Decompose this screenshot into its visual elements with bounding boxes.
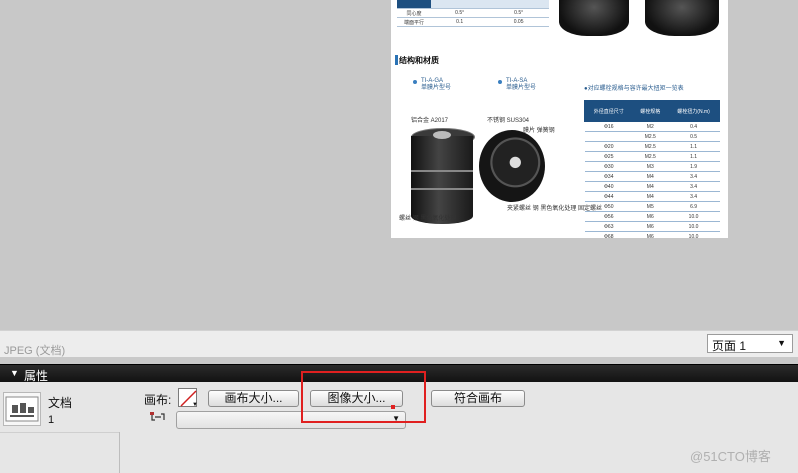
highlight-box [301, 371, 426, 423]
right-model-caption: TI-A-SA 单膜片型号 [506, 78, 536, 92]
table-cell: 3.4 [667, 181, 720, 192]
top-cell: 0.05 [488, 17, 549, 27]
page-select[interactable]: 页面 1 ▼ [707, 334, 793, 353]
table-cell: Φ50 [584, 201, 633, 212]
table-cell: M2.5 [632, 151, 668, 162]
left-material-note-top: 铝合金 A2017 [411, 118, 449, 124]
triangle-down-icon[interactable]: ▼ [10, 368, 19, 378]
document-label: 文档 [48, 396, 73, 410]
right-model-code: TI-A-SA [506, 78, 528, 84]
top-row-label: 同心度 [397, 8, 431, 18]
table-cell: Φ25 [584, 151, 633, 162]
swatch-dropdown-icon[interactable]: ▼ [192, 402, 198, 408]
table-cell: Φ34 [584, 171, 633, 182]
top-cell: 0.5° [431, 8, 489, 18]
bullet-dot [413, 80, 417, 84]
top-cell: 0.1 [431, 17, 489, 27]
coupling-photo-top-2 [645, 0, 719, 36]
left-model-caption: TI-A-GA 单膜片型号 [421, 78, 451, 92]
table-caption: ●对应螺栓规格与容许最大扭矩一览表 [584, 86, 684, 92]
left-model-code: TI-A-GA [421, 78, 443, 84]
table-row: Φ68 M6 10.0 [584, 231, 720, 238]
table-cell: 1.1 [667, 141, 720, 152]
top-spec-table: 同心度 0.5° 0.5° 端面平行 0.1 0.05 [397, 0, 549, 27]
table-cell: 3.4 [667, 171, 720, 182]
table-cell: M6 [632, 211, 668, 222]
table-row: Φ44 M4 3.4 [584, 191, 720, 202]
table-row: Φ30 M3 1.9 [584, 161, 720, 172]
table-cell [584, 131, 633, 142]
right-material-note-top: 不锈钢 SUS304 [487, 118, 530, 124]
table-row: Φ40 M4 3.4 [584, 181, 720, 192]
table-row: Φ56 M6 10.0 [584, 211, 720, 222]
table-cell: M6 [632, 231, 668, 238]
table-row: Φ34 M4 3.4 [584, 171, 720, 182]
table-cell: M2 [632, 121, 668, 132]
document-count: 1 [48, 414, 55, 426]
table-row: Φ20 M2.5 1.1 [584, 141, 720, 152]
table-cell: 6.9 [667, 201, 720, 212]
table-cell: Φ44 [584, 191, 633, 202]
table-cell: 10.0 [667, 221, 720, 232]
document-workspace[interactable]: 同心度 0.5° 0.5° 端面平行 0.1 0.05 结构和材质 TI-A-GA 单膜… [0, 0, 798, 330]
right-material-note-mid: 膜片 弹簧钢 [523, 128, 555, 134]
top-row-label: 端面平行 [397, 17, 431, 27]
section-title: 结构和材质 [399, 56, 439, 65]
table-cell: Φ16 [584, 121, 633, 132]
table-row: Φ16 M2 0.4 [584, 121, 720, 132]
bullet-dot [498, 80, 502, 84]
file-type-label: JPEG (文档) [4, 345, 66, 357]
table-row: M2.5 0.5 [584, 131, 720, 142]
fit-canvas-button[interactable]: 符合画布 [431, 390, 525, 407]
bolt-spec-table: 外径直径尺寸 螺栓规格 螺栓扭力(N.m) Φ16 M2 0.4 M2.5 0.5 Φ20 M2… [583, 100, 720, 238]
table-cell: Φ30 [584, 161, 633, 172]
coupling-photo-single [479, 130, 549, 205]
table-cell: M4 [632, 171, 668, 182]
link-chain-icon [150, 412, 166, 425]
table-cell: M4 [632, 191, 668, 202]
watermark: @51CTO博客 [690, 449, 771, 464]
table-cell: Φ63 [584, 221, 633, 232]
table-row: Φ50 M5 6.9 [584, 201, 720, 212]
left-material-note-bottom: 螺丝 钢 黑色氧化处理 [399, 216, 457, 222]
table-row: Φ25 M2.5 1.1 [584, 151, 720, 162]
right-model-type: 单膜片型号 [506, 85, 537, 91]
table-cell: M6 [632, 221, 668, 232]
divider [119, 432, 120, 473]
divider [0, 432, 119, 433]
table-cell: 0.5 [667, 131, 720, 142]
table-cell: M5 [632, 201, 668, 212]
table-cell: 10.0 [667, 231, 720, 238]
table-cell: Φ40 [584, 181, 633, 192]
table-cell: M2.5 [632, 131, 668, 142]
table-cell: 3.4 [667, 191, 720, 202]
document-canvas[interactable]: 同心度 0.5° 0.5° 端面平行 0.1 0.05 结构和材质 TI-A-GA 单膜… [391, 0, 728, 238]
table-cell: Φ20 [584, 141, 633, 152]
table-cell: 1.1 [667, 151, 720, 162]
canvas-label: 画布: [144, 393, 172, 407]
table-header-cell: 外径直径尺寸 [583, 100, 634, 122]
table-row: Φ63 M6 10.0 [584, 221, 720, 232]
table-cell: M3 [632, 161, 668, 172]
coupling-photo-top-1 [559, 0, 629, 36]
table-header-cell: 螺栓扭力(N.m) [667, 100, 720, 122]
table-header-cell: 螺栓规格 [632, 100, 669, 122]
left-model-type: 单膜片型号 [421, 85, 452, 91]
highlight-dot [391, 405, 395, 409]
document-thumbnail-icon [3, 392, 41, 426]
chevron-down-icon: ▼ [777, 338, 786, 348]
table-cell: Φ68 [584, 231, 633, 238]
table-cell: M4 [632, 181, 668, 192]
canvas-size-button[interactable]: 画布大小... [208, 390, 299, 407]
page-select-value: 页面 1 [712, 339, 747, 353]
top-cell: 0.5° [488, 8, 549, 18]
coupling-photo-double [411, 128, 475, 226]
table-cell: M2.5 [632, 141, 668, 152]
table-cell: 10.0 [667, 211, 720, 222]
table-cell: 1.9 [667, 161, 720, 172]
table-cell: 0.4 [667, 121, 720, 132]
status-bar: JPEG (文档) 页面 1 ▼ [0, 330, 798, 357]
table-cell: Φ56 [584, 211, 633, 222]
section-bar [395, 55, 398, 65]
